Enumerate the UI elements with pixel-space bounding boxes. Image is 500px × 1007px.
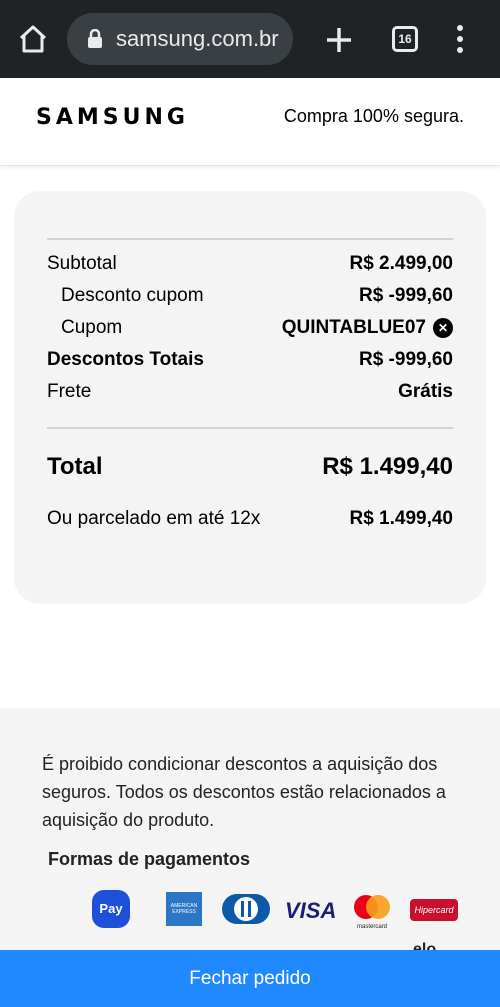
browser-toolbar: samsung.com.br 16 xyxy=(0,0,500,78)
subtotal-label: Subtotal xyxy=(47,253,117,274)
coupon-discount-value: R$ -999,60 xyxy=(358,285,453,306)
shipping-label: Frete xyxy=(47,381,92,402)
total-discounts-row: Descontos Totais R$ -999,60 xyxy=(47,349,453,375)
divider xyxy=(47,427,453,429)
shipping-row: Frete Grátis xyxy=(47,381,453,407)
checkout-button[interactable]: Fechar pedido xyxy=(0,950,500,1007)
visa-icon: VISA xyxy=(285,898,337,923)
url-text: samsung.com.br xyxy=(116,26,279,51)
subtotal-row: Subtotal R$ 2.499,00 xyxy=(47,253,453,279)
secure-purchase-text: Compra 100% segura. xyxy=(283,106,464,126)
amex-icon: AMERICAN EXPRESS xyxy=(166,892,202,926)
total-label: Total xyxy=(47,453,103,480)
samsung-logo[interactable]: SAMSUNG xyxy=(36,105,189,130)
hipercard-icon: Hipercard xyxy=(410,899,458,921)
samsung-pay-icon: Pay xyxy=(92,890,130,928)
installments-row: Ou parcelado em até 12x R$ 1.499,40 xyxy=(47,508,453,534)
payment-methods-title: Formas de pagamentos xyxy=(48,849,251,869)
diners-club-icon xyxy=(222,894,270,924)
lock-icon xyxy=(87,28,103,49)
new-tab-icon[interactable] xyxy=(324,25,354,55)
svg-text:mastercard: mastercard xyxy=(357,924,387,930)
coupon-row: Cupom QUINTABLUE07 ✕ xyxy=(47,317,453,343)
shipping-value: Grátis xyxy=(398,381,453,402)
installments-label: Ou parcelado em até 12x xyxy=(47,508,261,529)
home-icon[interactable] xyxy=(16,22,50,56)
site-header: SAMSUNG Compra 100% segura. xyxy=(0,78,500,166)
coupon-discount-row: Desconto cupom R$ -999,60 xyxy=(47,285,453,311)
coupon-label: Cupom xyxy=(61,317,123,338)
discount-disclaimer: É proibido condicionar descontos a aquis… xyxy=(42,754,446,830)
total-discounts-value: R$ -999,60 xyxy=(358,349,453,370)
coupon-value: QUINTABLUE07 ✕ xyxy=(282,317,453,339)
divider xyxy=(47,238,453,240)
more-menu-icon[interactable] xyxy=(452,25,468,55)
subtotal-value: R$ 2.499,00 xyxy=(349,253,453,274)
tab-switcher-button[interactable]: 16 xyxy=(392,26,418,52)
remove-coupon-icon[interactable]: ✕ xyxy=(433,318,453,338)
address-bar[interactable]: samsung.com.br xyxy=(67,13,293,65)
total-value: R$ 1.499,40 xyxy=(322,453,453,480)
mastercard-icon: mastercard xyxy=(352,894,392,930)
coupon-discount-label: Desconto cupom xyxy=(61,285,204,306)
order-summary-card: Subtotal R$ 2.499,00 Desconto cupom R$ -… xyxy=(14,191,486,604)
coupon-code: QUINTABLUE07 xyxy=(281,317,426,338)
installments-value: R$ 1.499,40 xyxy=(349,508,453,529)
total-discounts-label: Descontos Totais xyxy=(47,349,204,370)
total-row: Total R$ 1.499,40 xyxy=(47,453,453,485)
